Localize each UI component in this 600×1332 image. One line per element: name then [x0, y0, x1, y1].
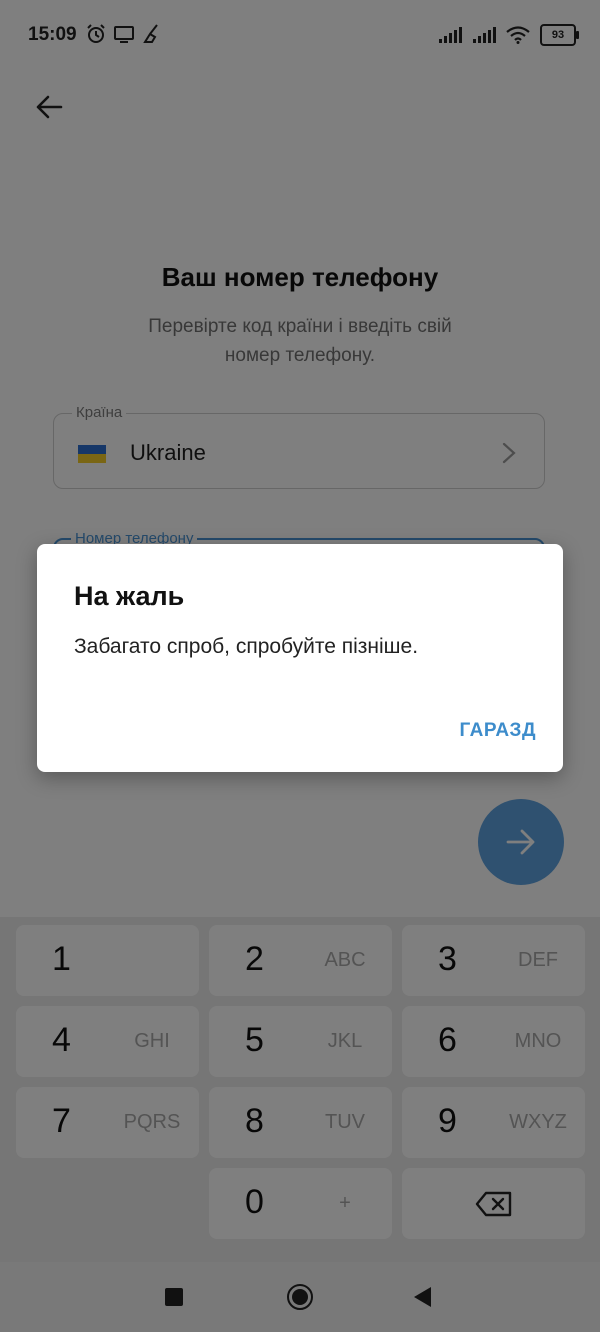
ok-button[interactable]: ГАРАЗД — [460, 720, 536, 742]
dialog-message: Забагато спроб, спробуйте пізніше. — [74, 635, 419, 658]
phone-number-screen: 15:09 — [0, 0, 600, 1332]
dialog-title: На жаль — [74, 581, 185, 611]
error-dialog: На жаль Забагато спроб, спробуйте пізніш… — [37, 544, 563, 772]
